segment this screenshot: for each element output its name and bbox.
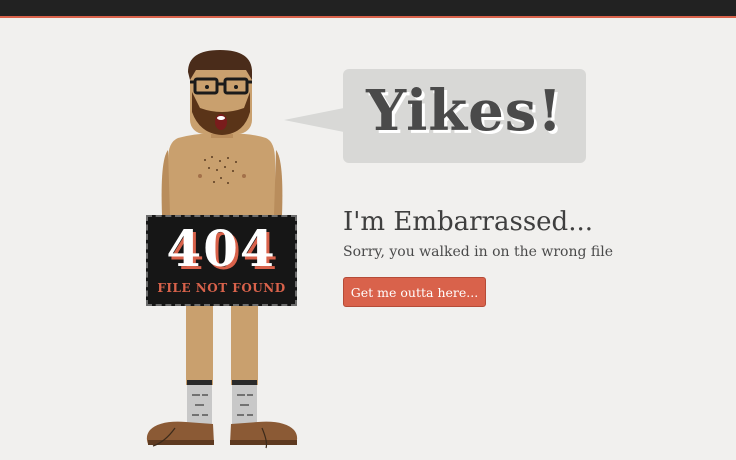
404-sign: 404 FILE NOT FOUND <box>146 215 297 306</box>
error-label: FILE NOT FOUND <box>157 281 286 295</box>
speech-bubble-tail <box>284 108 344 132</box>
get-out-button[interactable]: Get me outta here... <box>343 277 486 307</box>
right-sock <box>232 380 257 428</box>
left-leg <box>186 300 213 385</box>
left-sock <box>187 380 212 428</box>
error-code: 404 <box>166 219 277 278</box>
speech-bubble-text: Yikes! <box>366 78 563 144</box>
page-heading: I'm Embarrassed... <box>343 207 593 237</box>
right-leg <box>231 300 258 385</box>
torso <box>167 133 276 215</box>
page-subtext: Sorry, you walked in on the wrong file <box>343 244 613 260</box>
